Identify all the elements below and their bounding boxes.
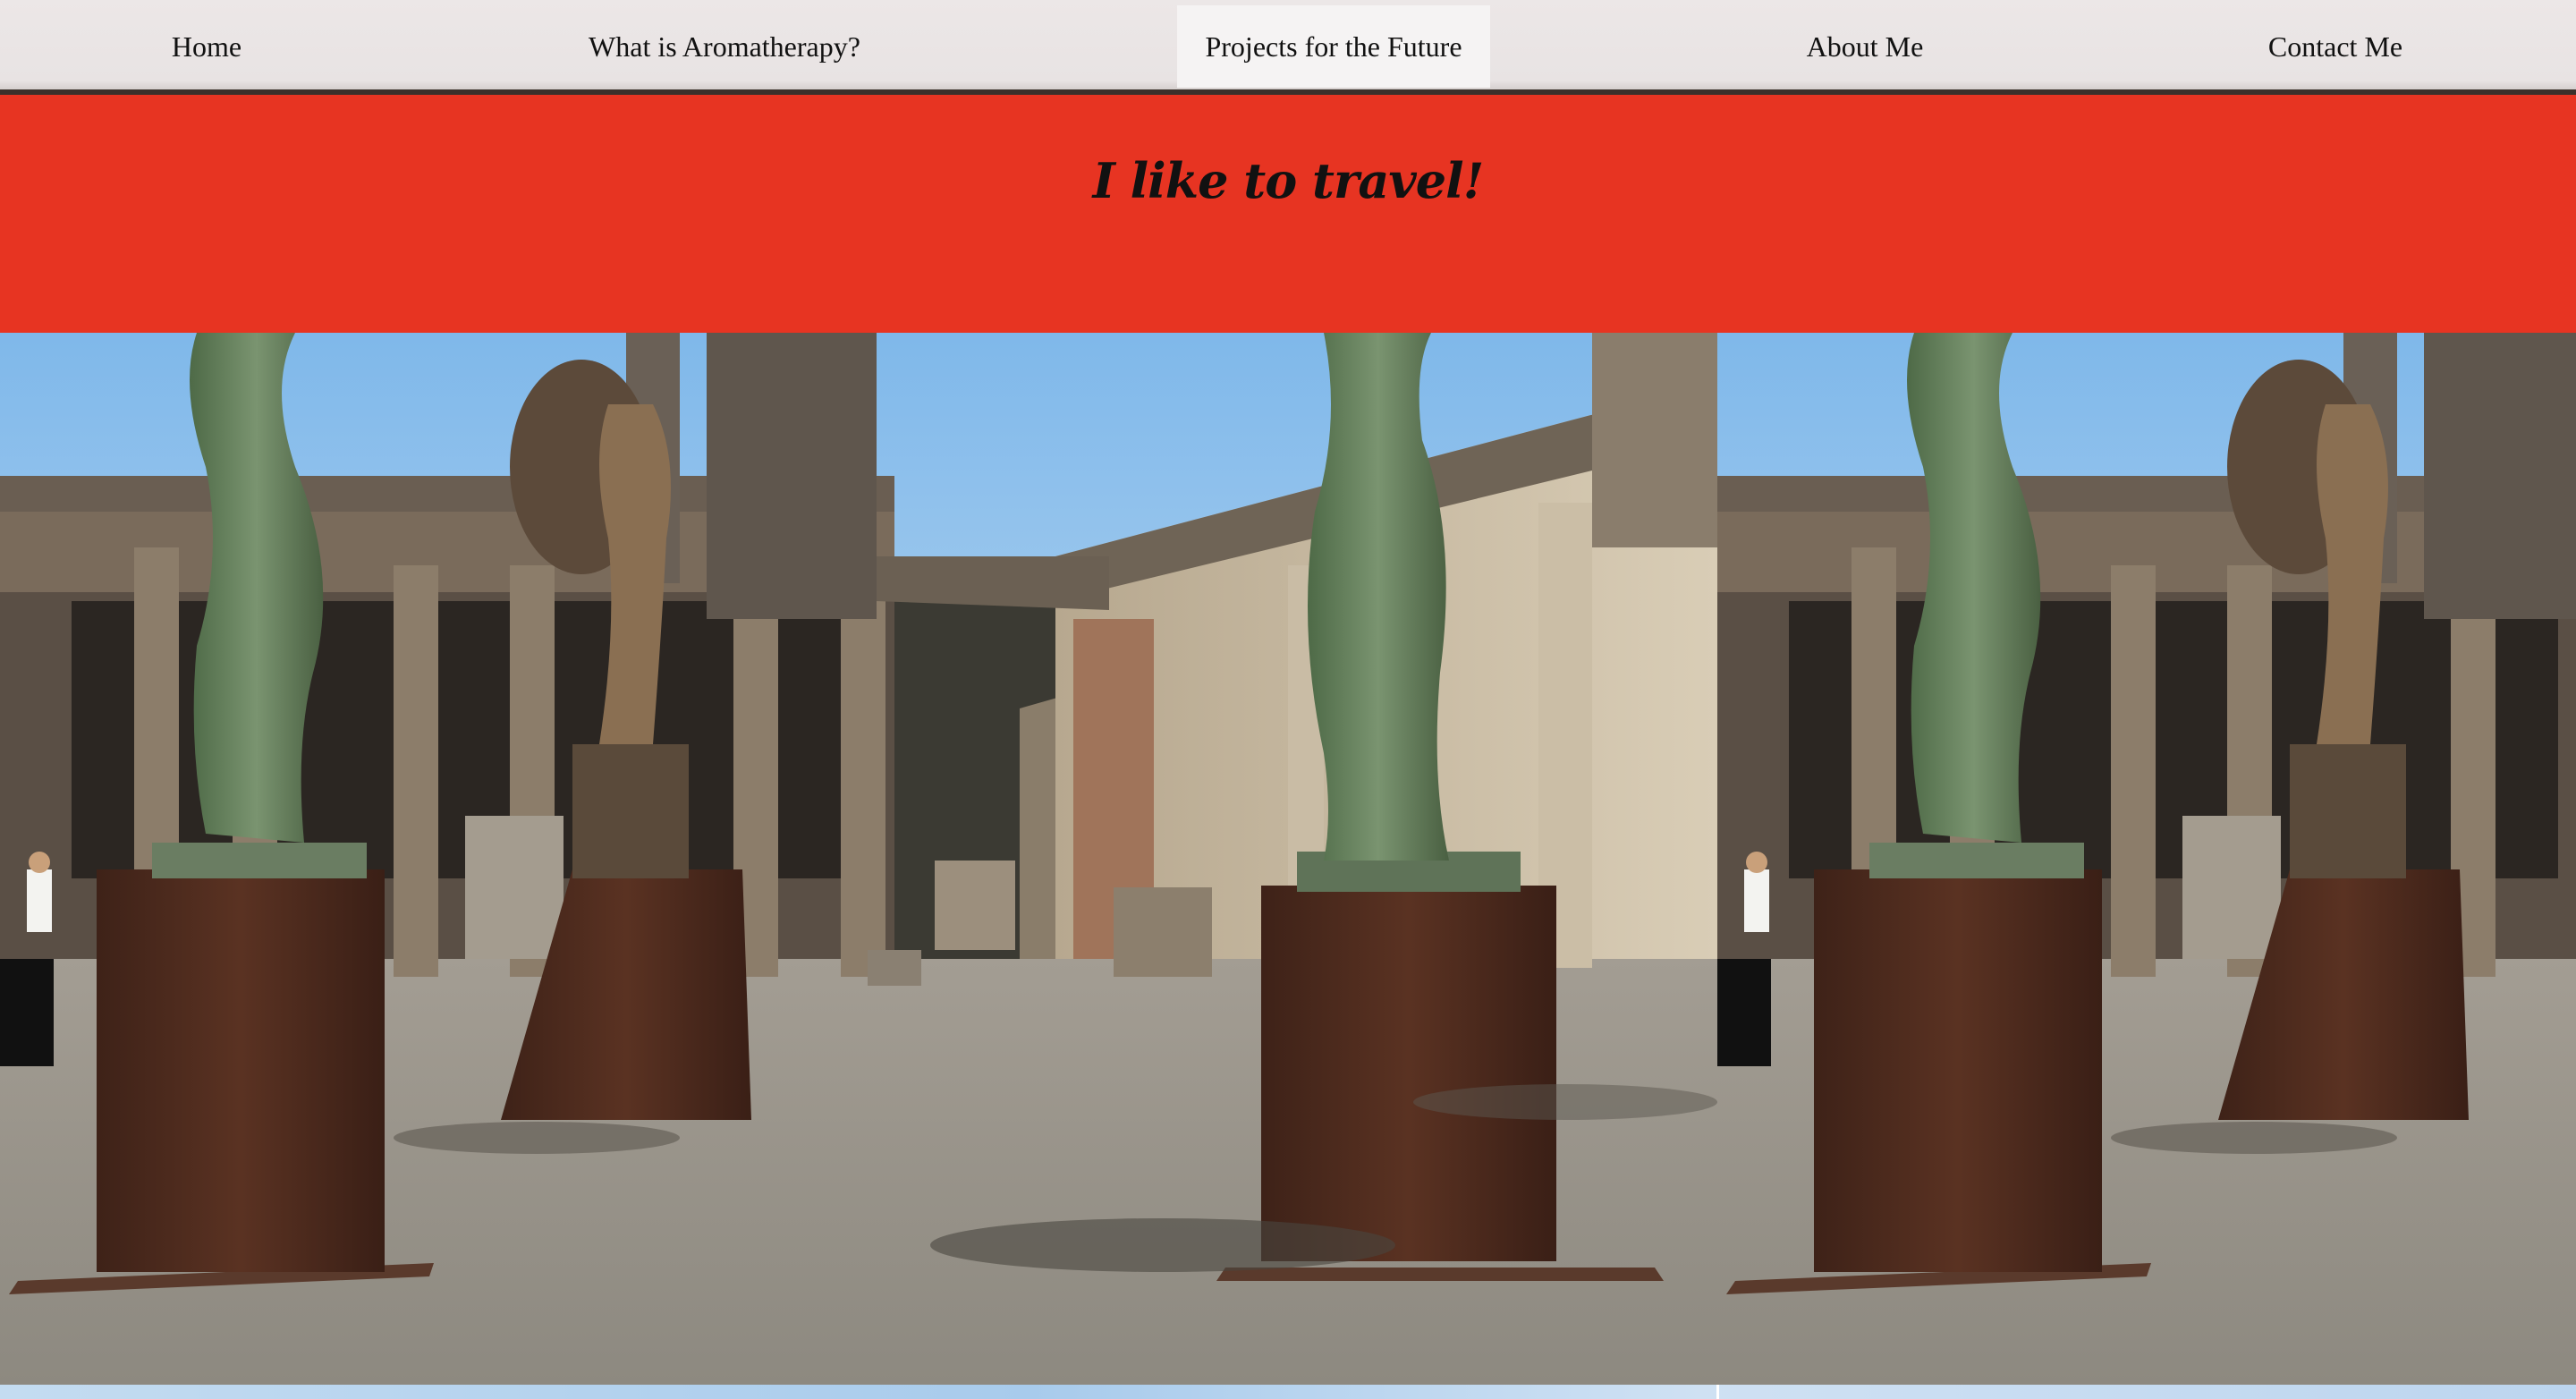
photo-divider [1716,1385,1719,1399]
nav-item-about[interactable]: About Me [1776,5,1953,88]
top-nav: Home What is Aromatherapy? Projects for … [0,0,2576,95]
nav-item-projects[interactable]: Projects for the Future [1177,5,1490,88]
nav-item-aromatherapy[interactable]: What is Aromatherapy? [547,5,902,88]
gallery-photo-pompeii-forum [0,333,1717,1385]
nav-item-home[interactable]: Home [134,5,279,88]
hero-title: I like to travel! [1092,152,1485,209]
nav-item-contact[interactable]: Contact Me [2236,5,2435,88]
gallery-photo-pompeii-forum-2 [1717,333,2576,1385]
next-photo-row [0,1385,2576,1399]
hero-banner: I like to travel! [0,95,2576,333]
photo-gallery [0,333,2576,1385]
